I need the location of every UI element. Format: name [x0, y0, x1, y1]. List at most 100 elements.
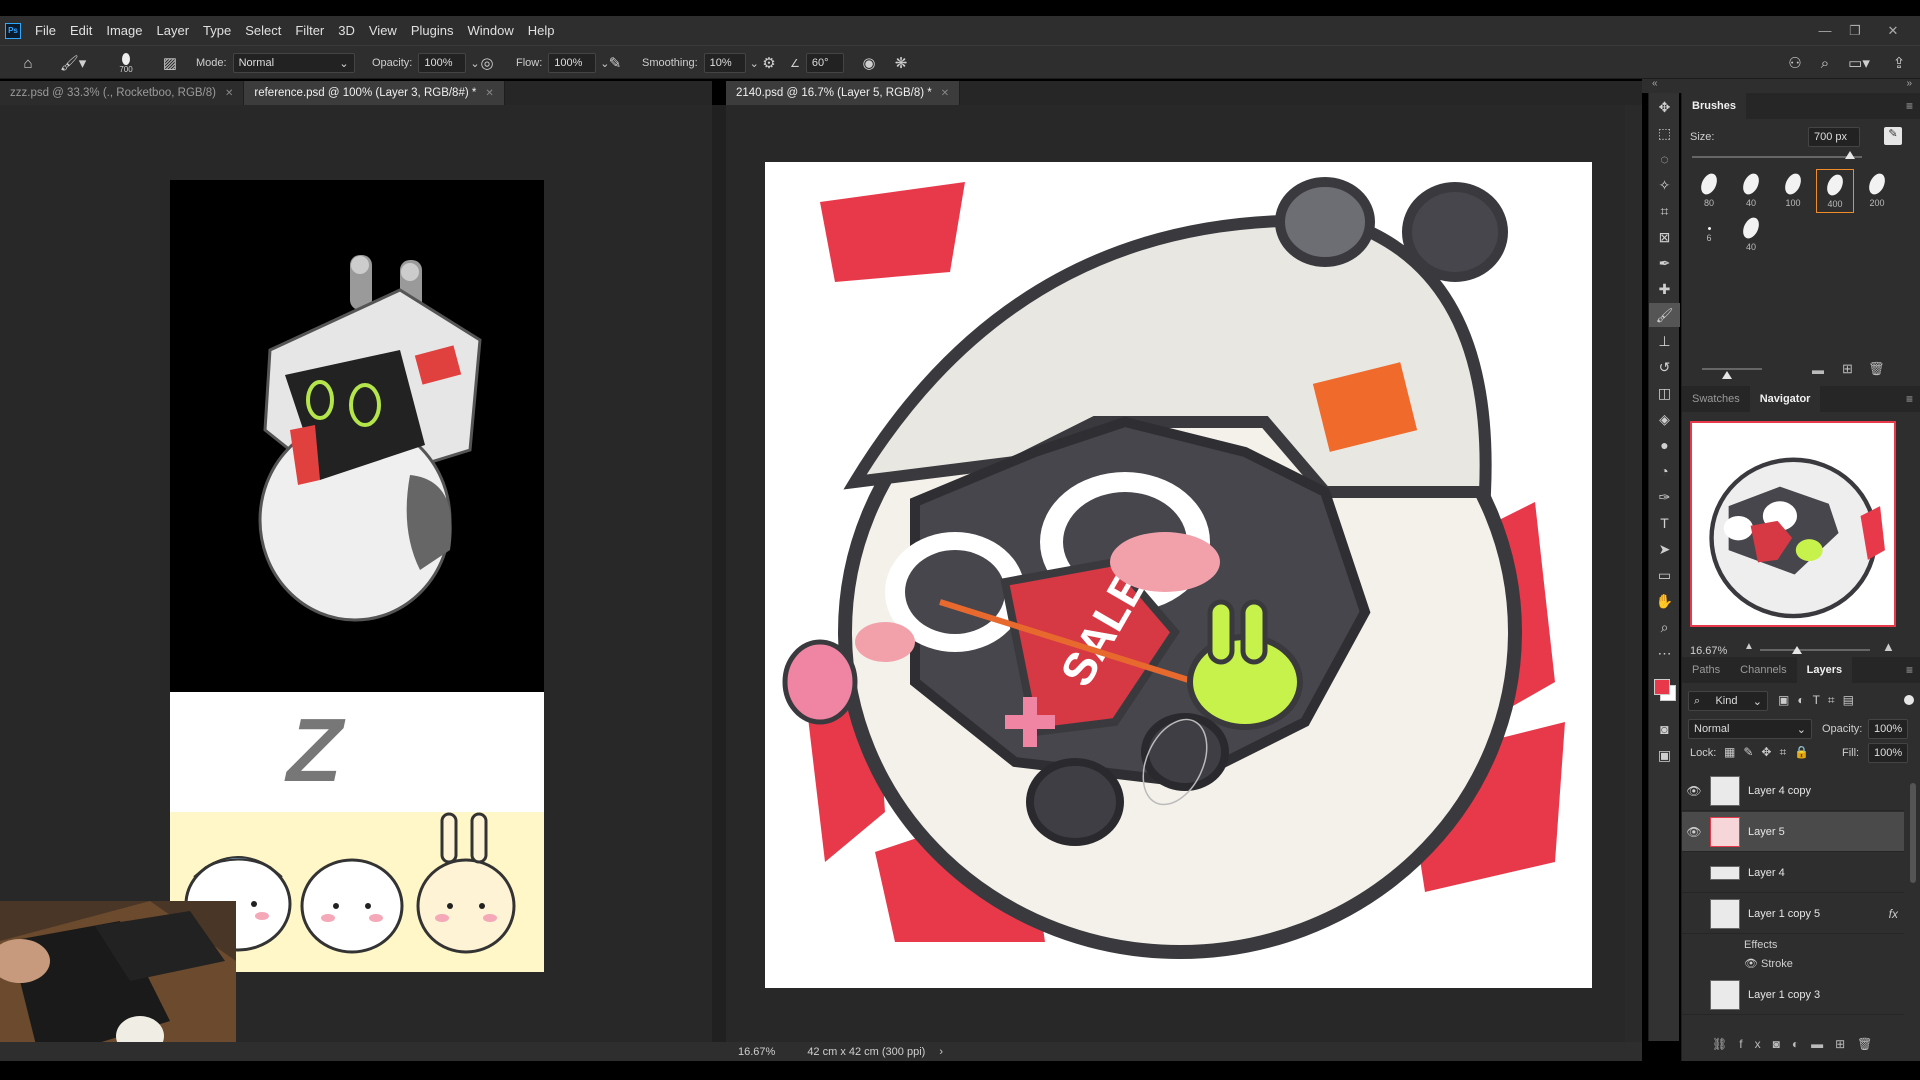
stamp-tool-icon[interactable]: ⊥ — [1649, 329, 1680, 353]
lock-icons[interactable]: ▦✎✥⌗🔒 — [1724, 745, 1817, 760]
tab-swatches[interactable]: Swatches — [1682, 386, 1750, 412]
workspace-icon[interactable]: ▭▾ — [1842, 46, 1876, 80]
zoom-readout[interactable]: 16.67% — [738, 1046, 775, 1058]
menu-edit[interactable]: Edit — [70, 23, 92, 38]
move-tool-icon[interactable]: ✥ — [1649, 95, 1680, 119]
folder-icon[interactable]: ▬ — [1812, 363, 1824, 377]
flow-input[interactable]: 100% — [548, 53, 597, 73]
hand-tool-icon[interactable]: ✋ — [1649, 589, 1680, 613]
brush-tip[interactable]: 200 — [1858, 169, 1896, 213]
menu-plugins[interactable]: Plugins — [411, 23, 454, 38]
effect-stroke[interactable]: 👁 Stroke — [1744, 957, 1793, 970]
brush-preview-knob[interactable] — [1722, 371, 1732, 379]
dodge-tool-icon[interactable]: ◔ — [1649, 459, 1680, 483]
angle-input[interactable]: 60° — [805, 53, 844, 73]
blur-tool-icon[interactable]: ● — [1649, 433, 1680, 457]
eye-icon[interactable]: 👁 — [1744, 958, 1761, 970]
tab-reference[interactable]: reference.psd @ 100% (Layer 3, RGB/8#) *… — [244, 81, 505, 105]
navigator-zoom[interactable]: 16.67% — [1690, 645, 1727, 657]
expand-icon[interactable]: » — [1906, 78, 1912, 89]
brush-tip[interactable]: 80 — [1690, 169, 1728, 213]
brush-tip[interactable]: 6 — [1690, 213, 1728, 257]
brush-tool-icon[interactable]: 🖌 — [1649, 303, 1680, 327]
type-tool-icon[interactable]: T — [1649, 511, 1680, 535]
eye-icon[interactable]: 👁 — [1682, 825, 1706, 839]
navigator-zoom-knob[interactable] — [1792, 646, 1802, 654]
main-canvas[interactable]: ω SALE — [765, 162, 1592, 988]
pen-tool-icon[interactable]: ✑ — [1649, 485, 1680, 509]
menu-view[interactable]: View — [369, 23, 397, 38]
brush-size-picker[interactable]: 700 — [112, 46, 140, 80]
menu-layer[interactable]: Layer — [157, 23, 190, 38]
marquee-tool-icon[interactable]: ⬚ — [1649, 121, 1680, 145]
smoothing-input[interactable]: 10% — [703, 53, 746, 73]
fill-input[interactable]: 100% — [1868, 743, 1908, 763]
menu-3d[interactable]: 3D — [338, 23, 355, 38]
menu-select[interactable]: Select — [245, 23, 281, 38]
tab-navigator[interactable]: Navigator — [1749, 386, 1821, 412]
layer-filter-select[interactable]: ⌕ Kind ⌄ — [1688, 691, 1768, 711]
zoom-tool-icon[interactable]: ⌕ — [1649, 615, 1680, 639]
eyedropper-icon[interactable]: ✒ — [1649, 251, 1680, 275]
brush-size-slider[interactable] — [1692, 156, 1862, 158]
brush-size-slider-knob[interactable] — [1845, 151, 1856, 159]
navigator-preview[interactable] — [1690, 421, 1896, 627]
close-icon[interactable]: ✕ — [941, 88, 949, 99]
menu-type[interactable]: Type — [203, 23, 231, 38]
brush-size-field[interactable]: 700 px — [1808, 127, 1860, 147]
tab-channels[interactable]: Channels — [1730, 657, 1796, 683]
layer-row-selected[interactable]: 👁 Layer 5 — [1682, 812, 1904, 852]
layer-row[interactable]: 👁 Layer 4 copy — [1682, 771, 1904, 811]
home-icon[interactable]: ⌂ — [14, 46, 42, 80]
restore-icon[interactable]: ❐ — [1842, 16, 1868, 45]
tab-brushes[interactable]: Brushes — [1682, 93, 1747, 119]
symmetry-icon[interactable]: ❋ — [890, 46, 912, 80]
menu-file[interactable]: File — [35, 23, 56, 38]
healing-brush-icon[interactable]: ✚ — [1649, 277, 1680, 301]
menu-help[interactable]: Help — [528, 23, 555, 38]
layer-row[interactable]: Layer 4 — [1682, 853, 1904, 893]
blend-mode-select[interactable]: Normal ⌄ — [1688, 719, 1812, 739]
paint-bucket-icon[interactable]: ◈ — [1649, 407, 1680, 431]
panel-menu-icon[interactable]: ≡ — [1906, 99, 1913, 113]
brush-tip[interactable]: 100 — [1774, 169, 1812, 213]
tab-paths[interactable]: Paths — [1682, 657, 1730, 683]
history-brush-icon[interactable]: ↺ — [1649, 355, 1680, 379]
brush-preview-slider[interactable] — [1702, 368, 1762, 370]
trash-icon[interactable]: 🗑 — [1868, 361, 1885, 377]
vertical-scrollbar[interactable] — [1625, 105, 1642, 1042]
navigator-zoom-slider[interactable] — [1760, 649, 1870, 651]
quick-mask-icon[interactable]: ◙ — [1649, 717, 1680, 741]
brush-preset-icon[interactable]: 🖌▾ — [56, 46, 90, 80]
layers-scrollbar[interactable] — [1910, 783, 1916, 883]
screen-mode-icon[interactable]: ▣ — [1649, 743, 1680, 767]
panel-menu-icon[interactable]: ≡ — [1906, 663, 1913, 677]
layer-filter-icons[interactable]: ▣◐T⌗▤ — [1778, 693, 1862, 708]
layer-actions[interactable]: ⛓fx◙◐▬⊞🗑 — [1712, 1037, 1884, 1051]
layer-row[interactable]: Layer 1 copy 3 — [1682, 975, 1904, 1015]
brush-tip-selected[interactable]: 400 — [1816, 169, 1854, 213]
zoom-out-icon[interactable]: ▲ — [1744, 641, 1754, 652]
more-tools-icon[interactable]: ⋯ — [1649, 641, 1680, 665]
brush-tip[interactable]: 40 — [1732, 213, 1770, 257]
lasso-tool-icon[interactable]: ◌ — [1649, 147, 1680, 171]
close-icon[interactable]: ✕ — [485, 88, 493, 99]
magic-wand-icon[interactable]: ✧ — [1649, 173, 1680, 197]
layer-row[interactable]: Layer 1 copy 5 fx — [1682, 894, 1904, 934]
filter-toggle-icon[interactable] — [1904, 695, 1914, 705]
eye-icon[interactable]: 👁 — [1682, 784, 1706, 798]
tab-layers[interactable]: Layers — [1796, 657, 1853, 683]
collapse-toolbar[interactable]: « — [1642, 78, 1669, 93]
panel-divider[interactable] — [712, 105, 726, 1042]
menu-window[interactable]: Window — [467, 23, 513, 38]
brush-settings-icon[interactable]: ▨ — [158, 46, 182, 80]
tab-2140[interactable]: 2140.psd @ 16.7% (Layer 5, RGB/8) * ✕ — [726, 81, 961, 105]
zoom-in-icon[interactable]: ▲ — [1882, 639, 1895, 654]
new-brush-icon[interactable]: ⊞ — [1842, 361, 1853, 377]
collapse-icon[interactable]: « — [1652, 78, 1658, 89]
menu-filter[interactable]: Filter — [295, 23, 324, 38]
chevron-right-icon[interactable]: › — [939, 1046, 943, 1058]
menu-image[interactable]: Image — [106, 23, 142, 38]
tab-zzz[interactable]: zzz.psd @ 33.3% (., Rocketboo, RGB/8) ✕ — [0, 81, 245, 105]
panel-collapse-strip[interactable]: » — [1669, 78, 1920, 93]
